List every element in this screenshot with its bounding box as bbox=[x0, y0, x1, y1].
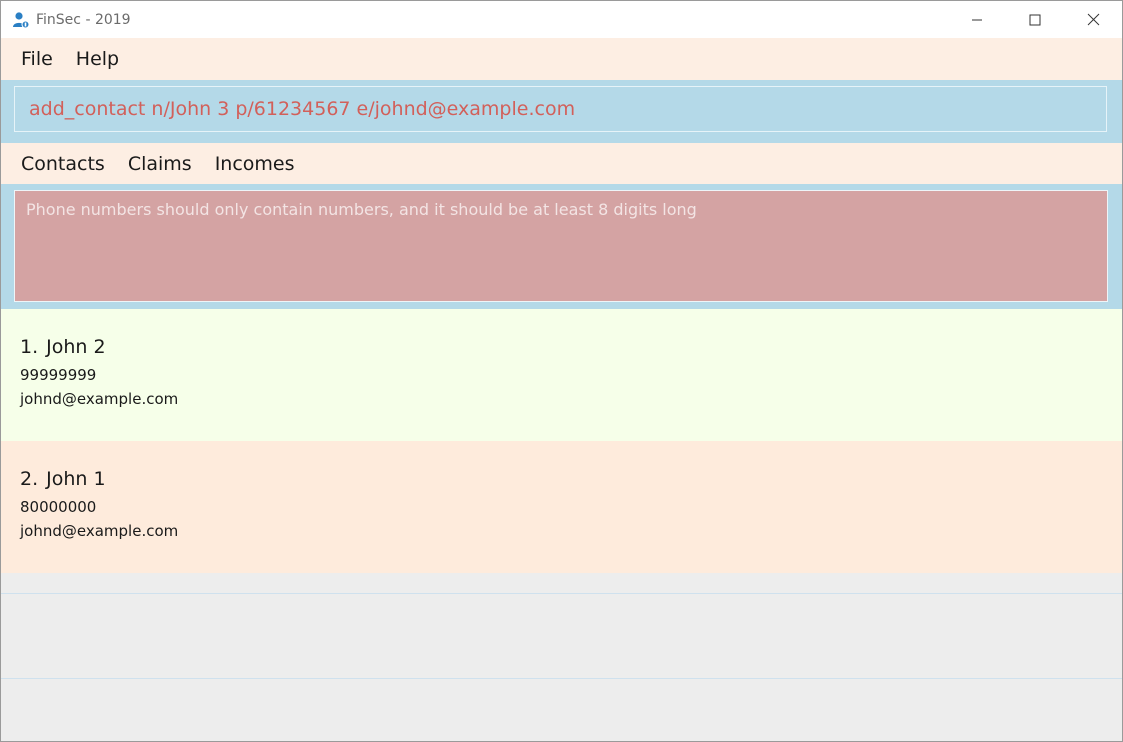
contact-phone: 80000000 bbox=[20, 498, 97, 516]
divider bbox=[1, 593, 1122, 594]
result-display-area: Phone numbers should only contain number… bbox=[1, 184, 1122, 309]
contact-name-row: 1. John 2 bbox=[20, 336, 1122, 358]
contact-name: John 2 bbox=[46, 336, 106, 358]
tab-incomes[interactable]: Incomes bbox=[215, 153, 295, 175]
command-input[interactable] bbox=[14, 86, 1107, 132]
tab-bar: Contacts Claims Incomes bbox=[1, 143, 1122, 184]
close-icon bbox=[1087, 13, 1099, 26]
contact-index: 2. bbox=[20, 468, 39, 490]
menu-file[interactable]: File bbox=[21, 48, 53, 70]
menu-bar: File Help bbox=[1, 38, 1122, 80]
tab-contacts[interactable]: Contacts bbox=[21, 153, 105, 175]
contact-email: johnd@example.com bbox=[20, 522, 179, 540]
result-message[interactable]: Phone numbers should only contain number… bbox=[14, 190, 1108, 302]
window-title: FinSec - 2019 bbox=[36, 11, 131, 28]
maximize-button[interactable] bbox=[1006, 1, 1064, 38]
minimize-button[interactable] bbox=[948, 1, 1006, 38]
divider bbox=[1, 678, 1122, 679]
contact-phone: 99999999 bbox=[20, 366, 97, 384]
title-bar[interactable]: FinSec - 2019 bbox=[1, 1, 1122, 38]
contact-list: 1. John 2 99999999 johnd@example.com 2. Jo… bbox=[1, 309, 1122, 573]
maximize-icon bbox=[1029, 14, 1041, 25]
contact-card[interactable]: 2. John 1 80000000 johnd@example.com bbox=[1, 441, 1122, 573]
minimize-icon bbox=[972, 19, 982, 20]
list-empty-area bbox=[1, 573, 1122, 741]
contact-email: johnd@example.com bbox=[20, 390, 179, 408]
app-window: FinSec - 2019 File Help add_contact n/Jo… bbox=[0, 0, 1123, 742]
window-controls bbox=[948, 1, 1122, 38]
user-contact-icon bbox=[12, 11, 30, 29]
contact-name: John 1 bbox=[46, 468, 106, 490]
command-box-area bbox=[1, 80, 1122, 143]
menu-help[interactable]: Help bbox=[76, 48, 119, 70]
contact-name-row: 2. John 1 bbox=[20, 468, 1122, 490]
close-button[interactable] bbox=[1064, 1, 1122, 38]
contact-index: 1. bbox=[20, 336, 39, 358]
contact-card[interactable]: 1. John 2 99999999 johnd@example.com bbox=[1, 309, 1122, 441]
tab-claims[interactable]: Claims bbox=[128, 153, 192, 175]
